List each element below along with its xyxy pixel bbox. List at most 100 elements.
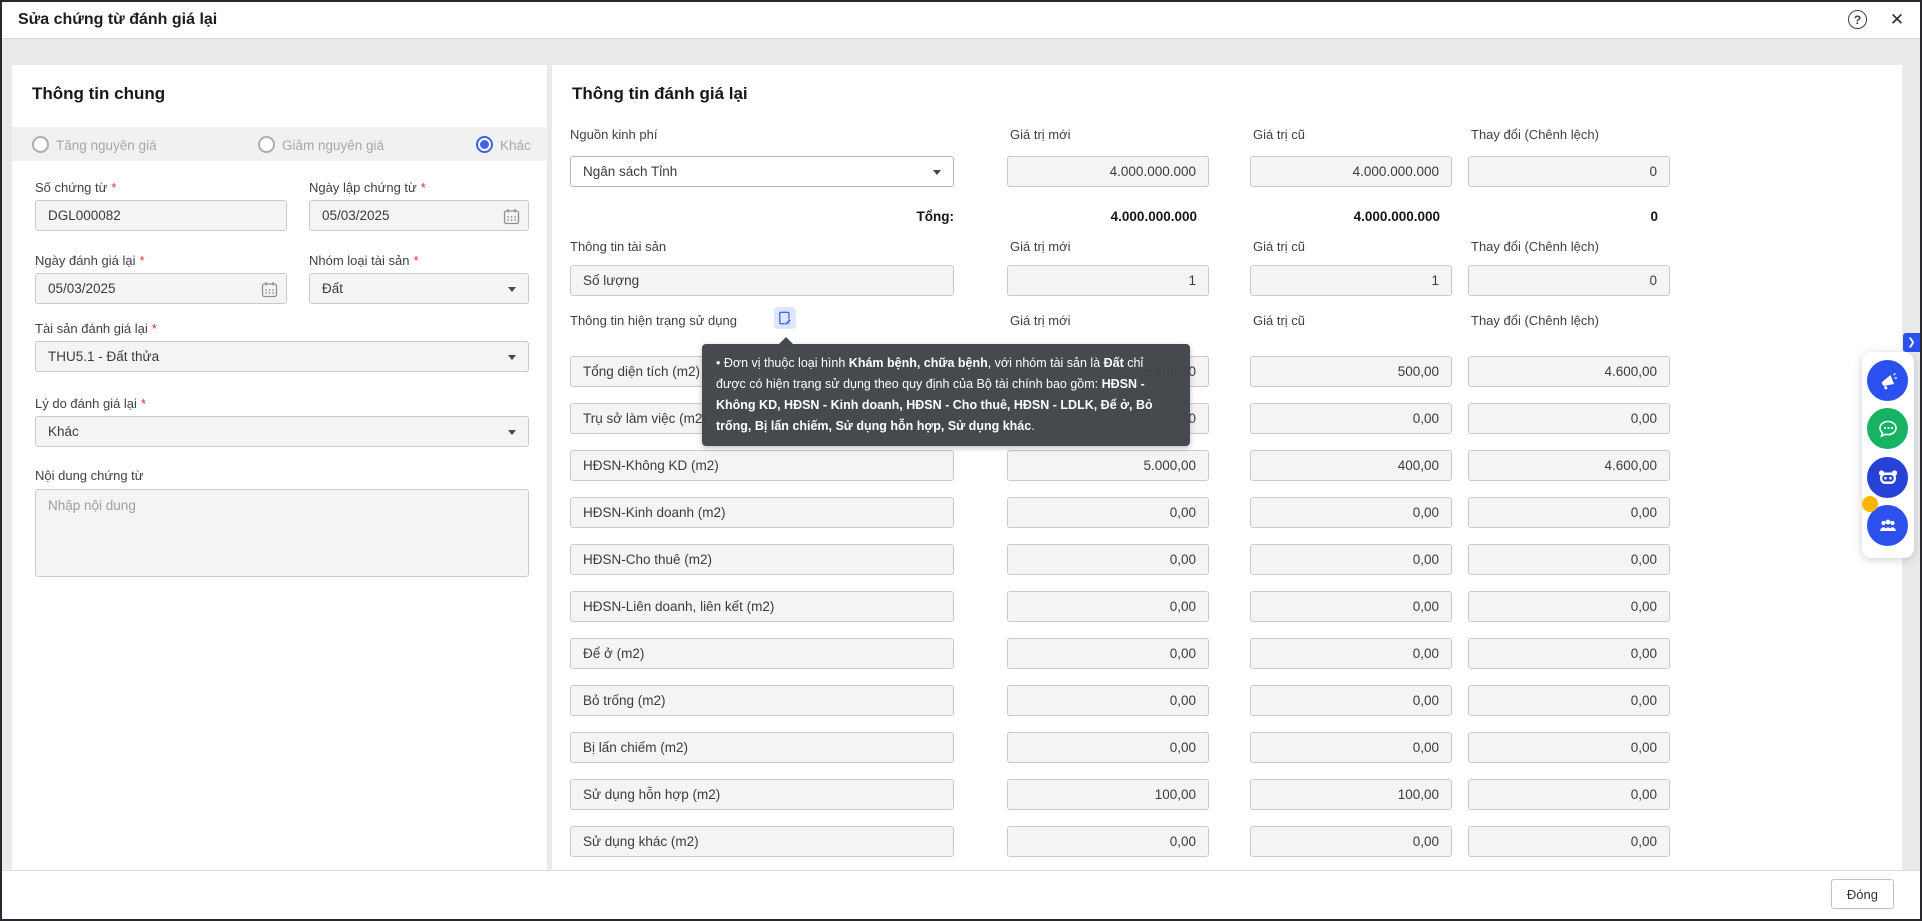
quantity-new-value[interactable]: 1 <box>1007 265 1209 296</box>
usage-new-value[interactable]: 0,00 <box>1007 732 1209 763</box>
voucher-no-label: Số chứng từ* <box>35 180 116 195</box>
usage-old-value[interactable]: 0,00 <box>1250 826 1452 857</box>
usage-old-value-text: 0,00 <box>1413 599 1439 614</box>
funding-new-text: 4.000.000.000 <box>1110 164 1196 179</box>
col-header-old: Giá trị cũ <box>1253 313 1305 328</box>
voucher-date-label: Ngày lập chứng từ* <box>309 180 426 195</box>
usage-change-value-text: 4.600,00 <box>1604 364 1657 379</box>
col-header-new: Giá trị mới <box>1010 313 1071 328</box>
usage-new-value-text: 100,00 <box>1155 787 1196 802</box>
usage-change-value[interactable]: 0,00 <box>1468 826 1670 857</box>
usage-change-value-text: 0,00 <box>1631 505 1657 520</box>
usage-old-value[interactable]: 0,00 <box>1250 732 1452 763</box>
chevron-down-icon <box>508 430 516 435</box>
funding-old-value[interactable]: 4.000.000.000 <box>1250 156 1452 187</box>
usage-change-value[interactable]: 0,00 <box>1468 497 1670 528</box>
robot-assistant-icon[interactable] <box>1867 457 1908 498</box>
radio-decrease-cost[interactable] <box>258 136 275 153</box>
quantity-field[interactable]: Số lượng <box>570 265 954 296</box>
help-icon[interactable]: ? <box>1848 10 1867 29</box>
voucher-no-field[interactable]: DGL000082 <box>35 200 287 231</box>
usage-new-value-text: 0,00 <box>1170 646 1196 661</box>
reval-reason-select[interactable]: Khác <box>35 416 529 447</box>
calendar-icon[interactable] <box>503 208 520 225</box>
usage-row-label[interactable]: Bị lấn chiếm (m2) <box>570 732 954 763</box>
reval-asset-select[interactable]: THU5.1 - Đất thửa <box>35 341 529 372</box>
revaluation-modal: Sửa chứng từ đánh giá lại ? ✕ Thông tin … <box>0 0 1922 921</box>
usage-old-value[interactable]: 400,00 <box>1250 450 1452 481</box>
voucher-date-field[interactable]: 05/03/2025 <box>309 200 529 231</box>
close-dialog-button[interactable]: Đóng <box>1831 879 1894 909</box>
usage-row-label[interactable]: Sử dụng khác (m2) <box>570 826 954 857</box>
chevron-right-icon[interactable]: ❯ <box>1903 333 1920 352</box>
usage-change-value-text: 0,00 <box>1631 740 1657 755</box>
usage-old-value[interactable]: 0,00 <box>1250 544 1452 575</box>
usage-change-value[interactable]: 0,00 <box>1468 591 1670 622</box>
usage-row-label[interactable]: HĐSN-Cho thuê (m2) <box>570 544 954 575</box>
usage-change-value[interactable]: 0,00 <box>1468 638 1670 669</box>
usage-new-value[interactable]: 0,00 <box>1007 638 1209 669</box>
usage-change-value[interactable]: 0,00 <box>1468 732 1670 763</box>
usage-row-label[interactable]: Sử dụng hỗn hợp (m2) <box>570 779 954 810</box>
usage-row-label[interactable]: Để ở (m2) <box>570 638 954 669</box>
usage-change-value[interactable]: 0,00 <box>1468 779 1670 810</box>
usage-row-label-text: Bị lấn chiếm (m2) <box>583 740 688 755</box>
quantity-change-value[interactable]: 0 <box>1468 265 1670 296</box>
usage-change-value[interactable]: 0,00 <box>1468 403 1670 434</box>
usage-change-value-text: 0,00 <box>1631 834 1657 849</box>
funding-change-text: 0 <box>1649 164 1657 179</box>
usage-old-value-text: 0,00 <box>1413 740 1439 755</box>
usage-row-label[interactable]: Bỏ trống (m2) <box>570 685 954 716</box>
chat-icon[interactable] <box>1867 408 1908 449</box>
usage-rules-tooltip: • Đơn vị thuộc loại hình Khám bệnh, chữa… <box>702 344 1190 446</box>
usage-new-value[interactable]: 0,00 <box>1007 685 1209 716</box>
usage-row-label-text: HĐSN-Kinh doanh (m2) <box>583 505 726 520</box>
usage-old-value[interactable]: 0,00 <box>1250 591 1452 622</box>
note-edit-icon[interactable] <box>774 307 796 329</box>
reval-date-field[interactable]: 05/03/2025 <box>35 273 287 304</box>
calendar-icon[interactable] <box>261 281 278 298</box>
tooltip-text: • Đơn vị thuộc loại hình Khám bệnh, chữa… <box>716 356 1153 433</box>
funding-old-text: 4.000.000.000 <box>1353 164 1439 179</box>
quantity-old-value[interactable]: 1 <box>1250 265 1452 296</box>
voucher-date-value: 05/03/2025 <box>322 208 390 223</box>
megaphone-icon[interactable] <box>1867 360 1908 401</box>
usage-old-value[interactable]: 0,00 <box>1250 638 1452 669</box>
usage-change-value-text: 0,00 <box>1631 411 1657 426</box>
funding-new-value[interactable]: 4.000.000.000 <box>1007 156 1209 187</box>
usage-change-value[interactable]: 0,00 <box>1468 544 1670 575</box>
usage-new-value-text: 5.000,00 <box>1143 458 1196 473</box>
usage-old-value[interactable]: 500,00 <box>1250 356 1452 387</box>
funding-change-value[interactable]: 0 <box>1468 156 1670 187</box>
close-icon[interactable]: ✕ <box>1886 9 1908 31</box>
asset-info-label: Thông tin tài sản <box>570 239 666 254</box>
usage-new-value[interactable]: 0,00 <box>1007 591 1209 622</box>
usage-change-value[interactable]: 0,00 <box>1468 685 1670 716</box>
radio-increase-cost[interactable] <box>32 136 49 153</box>
usage-row-label[interactable]: HĐSN-Kinh doanh (m2) <box>570 497 954 528</box>
usage-old-value-text: 0,00 <box>1413 411 1439 426</box>
usage-new-value[interactable]: 5.000,00 <box>1007 450 1209 481</box>
radio-other[interactable] <box>476 136 493 153</box>
tooltip-segment: , với nhóm tài sản là <box>988 356 1104 370</box>
usage-change-value-text: 0,00 <box>1631 646 1657 661</box>
usage-row-label[interactable]: HĐSN-Không KD (m2) <box>570 450 954 481</box>
radio-increase-cost-label: Tăng nguyên giá <box>56 138 157 153</box>
funding-source-select[interactable]: Ngân sách Tỉnh <box>570 156 954 187</box>
reval-date-value: 05/03/2025 <box>48 281 116 296</box>
usage-new-value[interactable]: 0,00 <box>1007 497 1209 528</box>
asset-group-select[interactable]: Đất <box>309 273 529 304</box>
revaluation-title: Thông tin đánh giá lại <box>572 84 748 104</box>
usage-old-value[interactable]: 0,00 <box>1250 497 1452 528</box>
usage-new-value[interactable]: 0,00 <box>1007 826 1209 857</box>
usage-old-value[interactable]: 0,00 <box>1250 403 1452 434</box>
chevron-down-icon <box>508 287 516 292</box>
usage-old-value[interactable]: 100,00 <box>1250 779 1452 810</box>
usage-change-value[interactable]: 4.600,00 <box>1468 450 1670 481</box>
usage-change-value[interactable]: 4.600,00 <box>1468 356 1670 387</box>
usage-row-label[interactable]: HĐSN-Liên doanh, liên kết (m2) <box>570 591 954 622</box>
usage-new-value[interactable]: 100,00 <box>1007 779 1209 810</box>
usage-new-value[interactable]: 0,00 <box>1007 544 1209 575</box>
voucher-content-textarea[interactable] <box>35 489 529 577</box>
usage-old-value[interactable]: 0,00 <box>1250 685 1452 716</box>
